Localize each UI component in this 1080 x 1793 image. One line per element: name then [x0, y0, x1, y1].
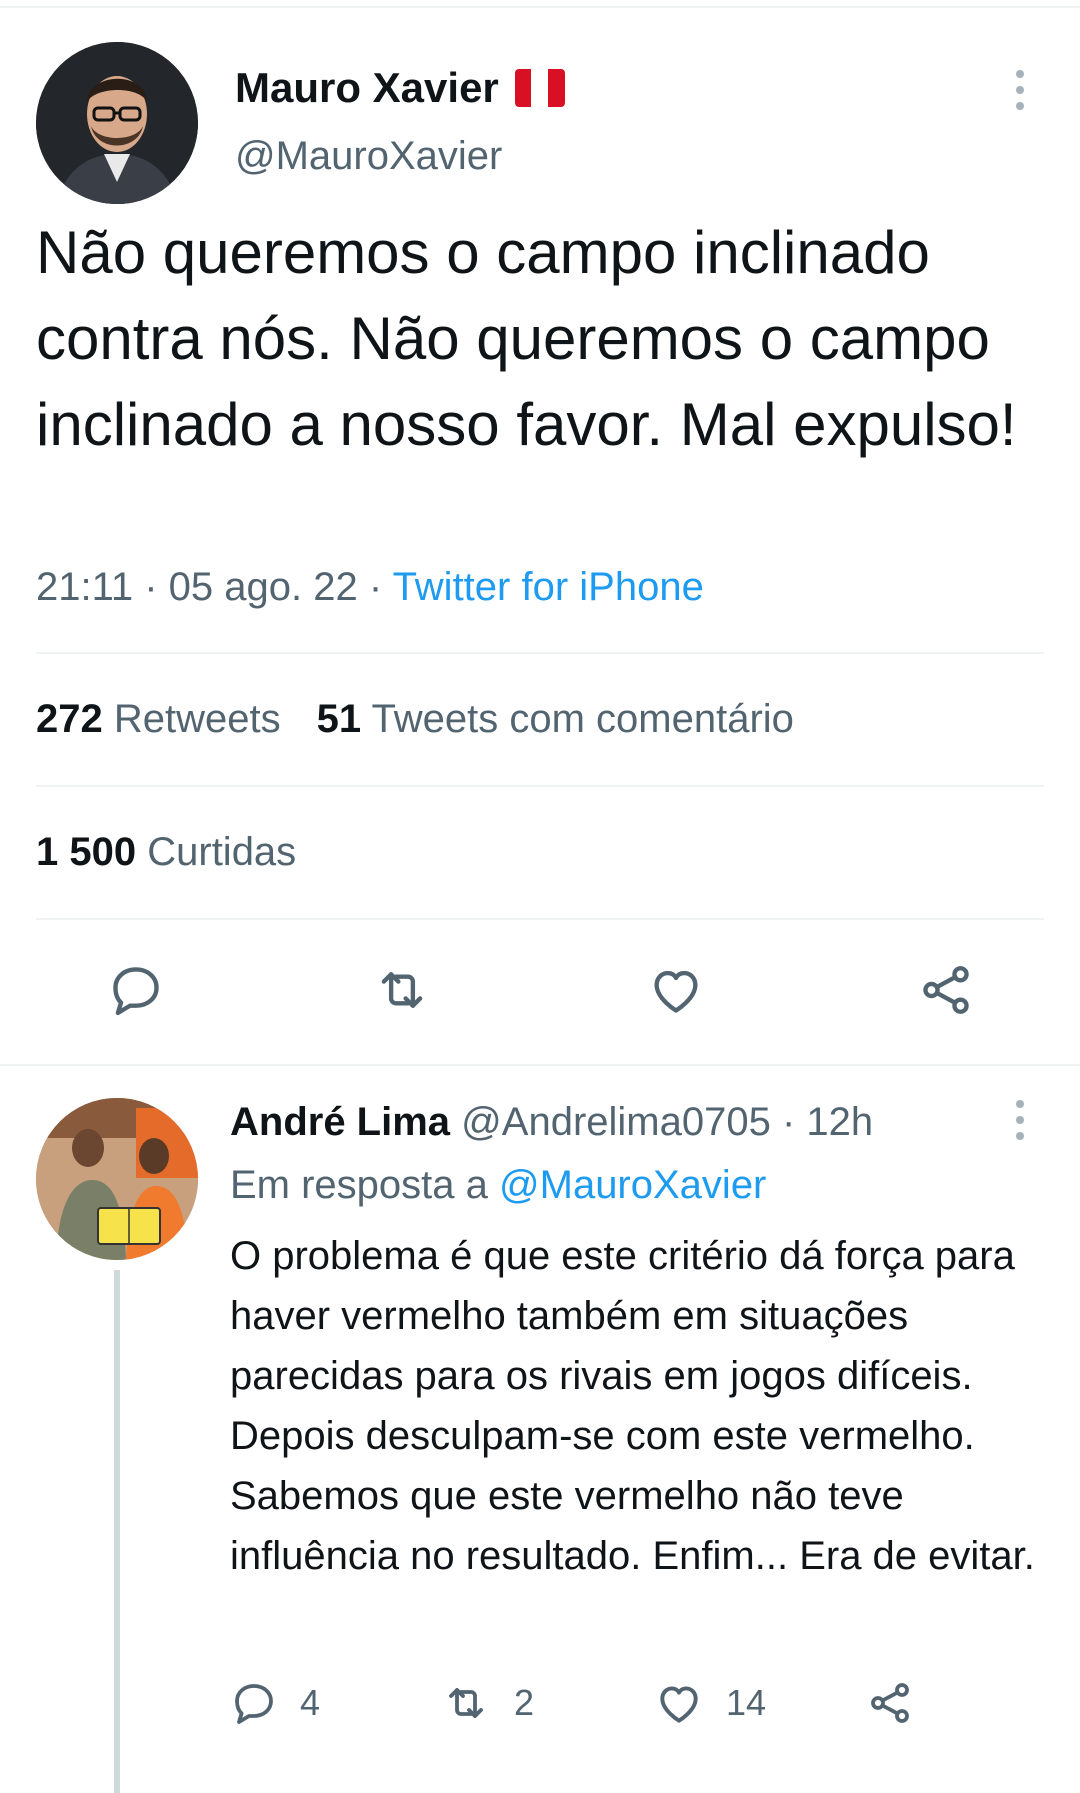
more-options-icon[interactable] [1008, 70, 1032, 114]
divider [36, 918, 1044, 920]
stats-row-retweets: 272 Retweets 51 Tweets com comentário [36, 697, 794, 742]
retweet-icon[interactable] [370, 958, 434, 1022]
reply-retweet-button[interactable]: 2 [440, 1675, 534, 1731]
reply-icon [235, 1684, 273, 1724]
quotes-label: Tweets com comentário [371, 697, 794, 741]
author-handle[interactable]: @MauroXavier [235, 134, 502, 179]
like-icon [660, 1686, 698, 1723]
peru-flag-icon [514, 69, 565, 107]
reply-count: 4 [300, 1682, 321, 1723]
reply-action-bar: 4 2 14 [230, 1675, 1030, 1735]
reply-text: O problema é que este critério dá força … [230, 1234, 1035, 1578]
reply-to-label: Em resposta a [230, 1163, 488, 1207]
tweet-source-link[interactable]: Twitter for iPhone [393, 565, 704, 609]
reply-time: · 12h [781, 1100, 874, 1144]
author-name[interactable]: Mauro Xavier [235, 64, 499, 112]
quotes-stat[interactable]: 51 Tweets com comentário [317, 697, 794, 741]
reply-reply-button[interactable]: 4 [230, 1675, 320, 1731]
top-divider [0, 6, 1080, 8]
tweet-time-date: 21:11 · 05 ago. 22 · [36, 565, 393, 609]
reply-header: André Lima @Andrelima0705 · 12h [230, 1100, 873, 1145]
divider [36, 652, 1044, 654]
reply-icon[interactable] [104, 958, 168, 1022]
tweet-timestamp: 21:11 · 05 ago. 22 · Twitter for iPhone [36, 565, 704, 610]
reply-author-name[interactable]: André Lima [230, 1100, 450, 1144]
author-avatar[interactable] [36, 42, 198, 204]
divider [36, 785, 1044, 787]
reply-author-avatar[interactable] [36, 1098, 198, 1260]
retweet-count: 2 [514, 1682, 535, 1723]
retweets-stat[interactable]: 272 Retweets [36, 697, 281, 741]
likes-stat[interactable]: 1 500 Curtidas [36, 830, 296, 875]
share-icon[interactable] [914, 958, 978, 1022]
retweet-icon [449, 1688, 483, 1718]
retweets-label: Retweets [113, 697, 281, 741]
retweets-count: 272 [36, 697, 103, 741]
reply-context: Em resposta a @MauroXavier [230, 1163, 766, 1208]
likes-count: 1 500 [36, 830, 137, 874]
reply-like-button[interactable]: 14 [654, 1675, 766, 1731]
reply-author-handle[interactable]: @Andrelima0705 [461, 1100, 771, 1144]
tweet-separator [0, 1064, 1080, 1066]
like-count: 14 [726, 1682, 767, 1723]
tweet-text: Não queremos o campo inclinado contra nó… [36, 219, 1017, 458]
reply-share-button[interactable] [866, 1675, 914, 1731]
reply-to-mention[interactable]: @MauroXavier [499, 1163, 766, 1207]
like-icon[interactable] [644, 958, 708, 1022]
thread-line [114, 1270, 120, 1793]
likes-label: Curtidas [147, 830, 297, 874]
reply-more-options-icon[interactable] [1008, 1100, 1032, 1144]
share-icon [871, 1683, 909, 1723]
quotes-count: 51 [316, 697, 362, 741]
tweet-action-bar [0, 950, 1080, 1034]
